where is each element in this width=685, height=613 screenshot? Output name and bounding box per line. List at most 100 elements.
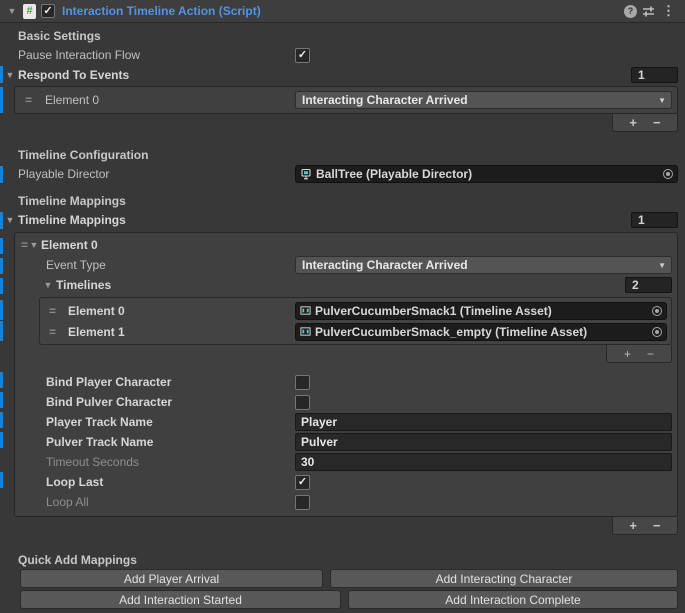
timeline-configuration-header-row: Timeline Configuration [0, 146, 685, 164]
pause-interaction-flow-checkbox[interactable]: ✓ [295, 48, 310, 63]
override-indicator [0, 166, 3, 183]
add-interaction-complete-button[interactable]: Add Interaction Complete [348, 590, 678, 609]
drag-handle-icon[interactable]: = [49, 304, 55, 318]
timeline-asset-icon [300, 326, 311, 337]
object-picker-icon[interactable] [652, 306, 662, 316]
bind-player-character-row: Bind Player Character ✓ [15, 372, 677, 392]
drag-handle-icon[interactable]: = [25, 93, 31, 107]
override-indicator [0, 321, 3, 341]
override-indicator [0, 66, 3, 83]
remove-element-button[interactable]: − [653, 519, 661, 532]
override-indicator [0, 300, 3, 320]
add-element-button[interactable]: + [629, 519, 637, 532]
quick-add-row-1: Add Player Arrival Add Interacting Chara… [20, 569, 678, 588]
bind-pulver-character-label: Bind Pulver Character [15, 395, 172, 409]
component-foldout-icon[interactable]: ▼ [6, 6, 18, 16]
drag-handle-icon[interactable]: = [49, 325, 55, 339]
timeline-element-1-label: Element 1 [68, 325, 125, 339]
pulver-track-name-input[interactable]: Pulver [295, 433, 672, 451]
chevron-down-icon: ▼ [658, 261, 666, 270]
loop-all-row: Loop All ✓ [15, 492, 677, 512]
timelines-list: = Element 0 PulverCucumberSmack1 (Timeli… [39, 297, 672, 345]
event-type-dropdown[interactable]: Interacting Character Arrived ▼ [295, 256, 672, 274]
respond-element-dropdown-value: Interacting Character Arrived [302, 93, 468, 107]
basic-settings-header-row: Basic Settings [0, 27, 685, 45]
remove-element-button[interactable]: − [647, 347, 654, 361]
respond-to-events-row: ▼ Respond To Events 1 [0, 65, 685, 85]
loop-last-checkbox[interactable]: ✓ [295, 475, 310, 490]
timelines-foldout-row: ▼ Timelines 2 [15, 275, 677, 295]
playable-director-object-field[interactable]: BallTree (Playable Director) [295, 165, 678, 183]
add-player-arrival-button[interactable]: Add Player Arrival [20, 569, 323, 588]
override-indicator [0, 432, 3, 448]
override-indicator [0, 87, 3, 113]
respond-element-label: Element 0 [45, 93, 99, 107]
help-icon[interactable]: ? [624, 5, 637, 18]
kebab-menu-icon[interactable]: ⋮ [660, 3, 677, 19]
timeline-mappings-list-controls: + − [612, 517, 678, 535]
player-track-name-label: Player Track Name [15, 415, 153, 429]
object-picker-icon[interactable] [663, 169, 673, 179]
mapping-element-foldout-icon[interactable]: ▼ [27, 240, 41, 250]
timeout-seconds-input[interactable]: 30 [295, 453, 672, 471]
timeline-asset-0-object-field[interactable]: PulverCucumberSmack1 (Timeline Asset) [295, 302, 667, 320]
override-indicator [0, 472, 3, 488]
respond-to-events-list: = Element 0 Interacting Character Arrive… [14, 86, 678, 114]
playable-director-value: BallTree (Playable Director) [316, 167, 472, 181]
override-indicator [0, 258, 3, 274]
override-indicator [0, 278, 3, 294]
respond-to-events-label[interactable]: Respond To Events [0, 68, 129, 82]
player-track-name-row: Player Track Name Player [15, 412, 677, 432]
add-interacting-character-button[interactable]: Add Interacting Character [330, 569, 678, 588]
basic-settings-header: Basic Settings [0, 29, 101, 43]
component-header: ▼ # ✓ Interaction Timeline Action (Scrip… [0, 0, 685, 23]
respond-to-events-foldout-icon[interactable]: ▼ [4, 70, 16, 80]
script-icon: # [23, 4, 36, 19]
override-indicator [0, 212, 3, 229]
add-interaction-started-button[interactable]: Add Interaction Started [20, 590, 341, 609]
timeline-asset-1-object-field[interactable]: PulverCucumberSmack_empty (Timeline Asse… [295, 323, 667, 341]
remove-element-button[interactable]: − [653, 116, 661, 129]
timelines-size-field[interactable]: 2 [625, 277, 672, 293]
timeout-seconds-row: Timeout Seconds 30 [15, 452, 677, 472]
component-title: Interaction Timeline Action (Script) [62, 4, 261, 18]
timeline-mappings-label[interactable]: Timeline Mappings [0, 213, 126, 227]
respond-element-dropdown[interactable]: Interacting Character Arrived ▼ [295, 91, 672, 109]
pause-interaction-flow-row: Pause Interaction Flow ✓ [0, 45, 685, 65]
timeline-mappings-size-field[interactable]: 1 [631, 212, 678, 228]
timeline-asset-0-value: PulverCucumberSmack1 (Timeline Asset) [315, 304, 552, 318]
timeline-mappings-foldout-row: ▼ Timeline Mappings 1 [0, 210, 685, 230]
mapping-element-label[interactable]: Element 0 [41, 238, 98, 252]
add-element-button[interactable]: + [624, 347, 631, 361]
loop-last-label: Loop Last [15, 475, 103, 489]
playable-director-icon [300, 168, 312, 180]
timeline-configuration-header: Timeline Configuration [0, 148, 148, 162]
timeline-asset-1-value: PulverCucumberSmack_empty (Timeline Asse… [315, 325, 587, 339]
loop-last-row: Loop Last ✓ [15, 472, 677, 492]
unity-inspector-panel: ▼ # ✓ Interaction Timeline Action (Scrip… [0, 0, 685, 613]
timeline-element-row: = Element 1 PulverCucumberSmack_empty (T… [40, 321, 671, 342]
quick-add-mappings-header: Quick Add Mappings [0, 553, 137, 567]
playable-director-row: Playable Director BallTree (Playable Dir… [0, 164, 685, 184]
component-enabled-checkbox[interactable]: ✓ [41, 4, 55, 18]
event-type-label: Event Type [15, 258, 106, 272]
pause-interaction-flow-label: Pause Interaction Flow [0, 48, 140, 62]
pulver-track-name-row: Pulver Track Name Pulver [15, 432, 677, 452]
presets-icon[interactable] [642, 5, 655, 18]
timeline-element-row: = Element 0 PulverCucumberSmack1 (Timeli… [40, 300, 671, 321]
object-picker-icon[interactable] [652, 327, 662, 337]
bind-player-character-checkbox[interactable]: ✓ [295, 375, 310, 390]
loop-all-label: Loop All [15, 495, 89, 509]
bind-player-character-label: Bind Player Character [15, 375, 171, 389]
timelines-label[interactable]: Timelines [56, 278, 111, 292]
playable-director-label: Playable Director [0, 167, 109, 181]
loop-all-checkbox[interactable]: ✓ [295, 495, 310, 510]
timeline-mappings-header-row: Timeline Mappings [0, 192, 685, 210]
respond-to-events-size-field[interactable]: 1 [631, 67, 678, 83]
bind-pulver-character-checkbox[interactable]: ✓ [295, 395, 310, 410]
timelines-foldout-icon[interactable]: ▼ [42, 280, 54, 290]
timeline-mappings-foldout-icon[interactable]: ▼ [4, 215, 16, 225]
add-element-button[interactable]: + [629, 116, 637, 129]
player-track-name-input[interactable]: Player [295, 413, 672, 431]
timeline-mappings-list: = ▼ Element 0 Event Type Interacting Cha… [14, 232, 678, 517]
